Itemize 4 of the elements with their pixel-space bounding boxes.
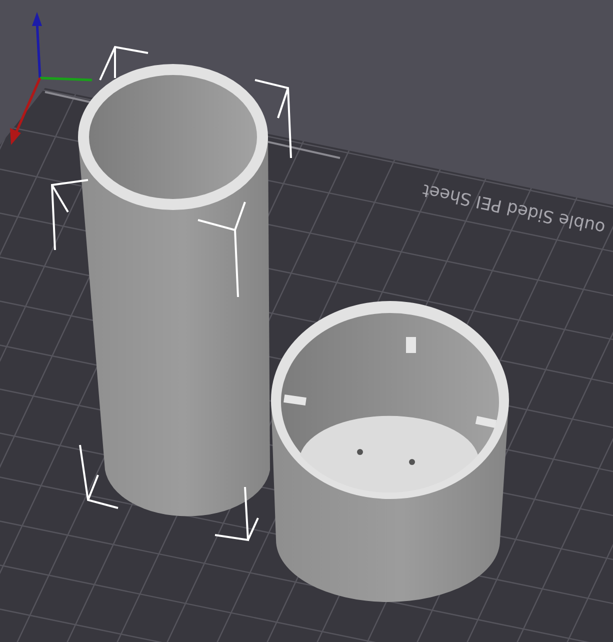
3d-viewport[interactable]: ouble Sided PEI Sheet [0, 0, 613, 642]
short-cup-drawing[interactable] [271, 301, 509, 602]
tall-cylinder-drawing[interactable] [50, 46, 292, 542]
bed-label: ouble Sided PEI Sheet [420, 179, 608, 238]
